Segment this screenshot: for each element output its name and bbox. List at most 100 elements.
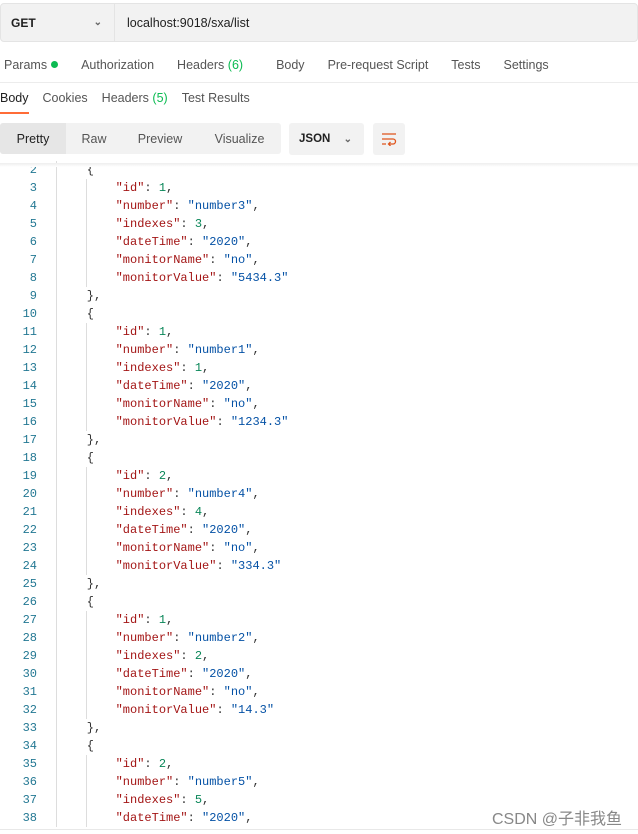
line-number: 7 <box>29 253 37 267</box>
line-number: 12 <box>22 343 37 357</box>
code-text: "monitorName": "no", <box>58 395 260 413</box>
json-string: "2020" <box>202 379 246 393</box>
line-number: 4 <box>29 199 37 213</box>
brace: { <box>58 307 95 321</box>
comma: , <box>252 685 260 699</box>
indent-guide <box>56 539 57 557</box>
code-line: 16 "monitorValue": "1234.3" <box>0 413 638 431</box>
view-preview[interactable]: Preview <box>122 123 198 154</box>
line-number: 18 <box>22 451 37 465</box>
tab-cookies[interactable]: Cookies <box>43 91 88 105</box>
json-string: "no" <box>223 541 253 555</box>
code-line: 14 "dateTime": "2020", <box>0 377 638 395</box>
colon: : <box>144 325 159 339</box>
colon: : <box>173 199 188 213</box>
json-number: 4 <box>194 505 203 519</box>
json-string: "2020" <box>202 667 246 681</box>
comma: , <box>202 361 210 375</box>
indent-guide <box>56 701 57 719</box>
colon: : <box>173 775 188 789</box>
json-number: 2 <box>158 469 167 483</box>
format-select[interactable]: JSON ⌄ <box>289 123 364 155</box>
tab-response-body[interactable]: Body <box>0 91 29 114</box>
colon: : <box>187 235 203 249</box>
json-key: "dateTime" <box>115 523 188 537</box>
json-string: "14.3" <box>230 703 275 717</box>
code-line: 35 "id": 2, <box>0 755 638 773</box>
line-number: 13 <box>22 361 37 375</box>
indent-guide <box>56 215 57 233</box>
indent-guide <box>56 719 57 737</box>
response-tabs: Body Cookies Headers (5) Test Results <box>0 91 264 114</box>
indent-guide <box>56 359 57 377</box>
colon: : <box>144 613 159 627</box>
comma: , <box>252 343 260 357</box>
view-mode-selector: Pretty Raw Preview Visualize <box>0 123 281 154</box>
tab-params[interactable]: Params <box>4 58 59 72</box>
code-text: "monitorName": "no", <box>58 539 260 557</box>
view-visualize[interactable]: Visualize <box>198 123 281 154</box>
comma: , <box>252 397 260 411</box>
json-key: "dateTime" <box>115 235 188 249</box>
json-string: "no" <box>223 685 253 699</box>
json-string: "number2" <box>187 631 253 645</box>
wrap-lines-button[interactable] <box>373 123 405 155</box>
line-number: 9 <box>29 289 37 303</box>
code-text: }, <box>58 575 101 593</box>
line-number: 21 <box>22 505 37 519</box>
json-string: "number5" <box>187 775 253 789</box>
headers-count: (6) <box>227 58 244 72</box>
tab-pre-request-script[interactable]: Pre-request Script <box>328 58 429 72</box>
colon: : <box>187 667 203 681</box>
code-text: "number": "number3", <box>58 197 260 215</box>
json-string: "number1" <box>187 343 253 357</box>
json-string: "2020" <box>202 811 246 825</box>
tab-response-headers[interactable]: Headers (5) <box>102 91 168 105</box>
divider <box>0 82 638 83</box>
line-number: 25 <box>22 577 37 591</box>
comma: , <box>252 541 260 555</box>
comma: , <box>252 631 260 645</box>
code-line: 10 { <box>0 305 638 323</box>
tab-test-results[interactable]: Test Results <box>182 91 250 105</box>
json-key: "indexes" <box>115 505 181 519</box>
method-select[interactable]: GET ⌄ <box>1 4 115 41</box>
json-key: "monitorValue" <box>115 559 217 573</box>
chevron-down-icon: ⌄ <box>343 133 352 145</box>
code-text: "number": "number2", <box>58 629 260 647</box>
line-number: 20 <box>22 487 37 501</box>
indent-guide <box>56 611 57 629</box>
line-number: 10 <box>22 307 37 321</box>
code-line: 5 "indexes": 3, <box>0 215 638 233</box>
code-line: 33 }, <box>0 719 638 737</box>
code-line: 15 "monitorName": "no", <box>0 395 638 413</box>
line-number: 14 <box>22 379 37 393</box>
code-text: "dateTime": "2020", <box>58 665 253 683</box>
code-line: 23 "monitorName": "no", <box>0 539 638 557</box>
colon: : <box>144 469 159 483</box>
tab-settings[interactable]: Settings <box>503 58 548 72</box>
tab-body[interactable]: Body <box>276 58 305 72</box>
view-pretty[interactable]: Pretty <box>0 123 66 154</box>
tab-headers[interactable]: Headers (6) <box>177 58 243 72</box>
colon: : <box>180 793 195 807</box>
code-text: "id": 1, <box>58 179 174 197</box>
indent-guide <box>56 755 57 773</box>
brace: { <box>58 451 95 465</box>
json-key: "id" <box>115 469 145 483</box>
comma: , <box>245 379 253 393</box>
line-number: 27 <box>22 613 37 627</box>
tab-authorization[interactable]: Authorization <box>81 58 154 72</box>
response-body-editor[interactable]: 2 {3 "id": 1, 4 "number": "number3", 5 "in… <box>0 161 638 827</box>
url-input[interactable]: localhost:9018/sxa/list <box>115 16 249 30</box>
view-raw[interactable]: Raw <box>66 123 122 154</box>
json-key: "indexes" <box>115 793 181 807</box>
tab-tests[interactable]: Tests <box>451 58 480 72</box>
